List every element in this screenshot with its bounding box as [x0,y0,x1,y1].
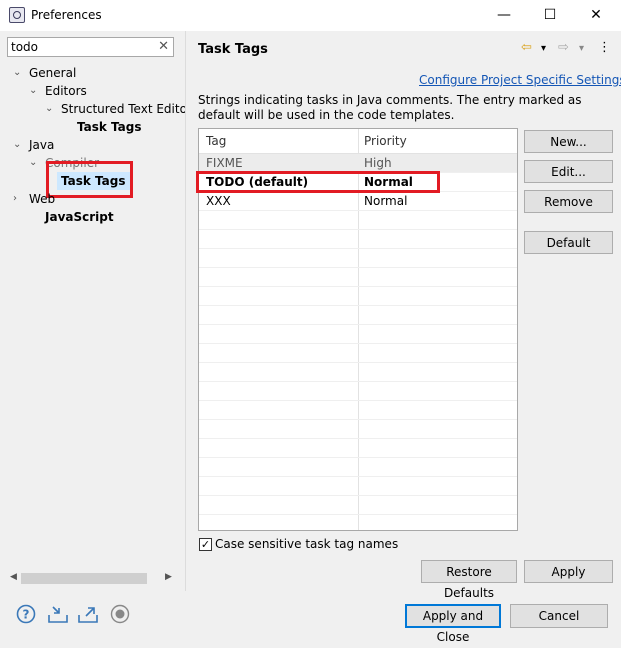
apply-and-close-button[interactable]: Apply and Close [405,604,501,644]
expand-icon[interactable]: ⌄ [29,154,37,172]
help-icon[interactable]: ? [16,604,36,629]
empty-row [199,401,517,420]
close-button[interactable]: ✕ [573,0,619,31]
empty-row [199,382,517,401]
view-menu-icon[interactable]: ⋮ [598,40,611,55]
restore-defaults-button[interactable]: Restore Defaults [421,560,517,600]
empty-row [199,363,517,382]
empty-row [199,515,517,530]
tag-cell: XXX [206,194,231,208]
priority-cell: Normal [364,194,408,208]
back-arrow-icon[interactable]: ⇦ [521,40,532,55]
forward-dropdown-icon[interactable]: ▾ [579,43,584,54]
tree-item-label: Web [29,192,56,206]
tree-item-task-tags-web[interactable]: Task Tags [77,118,142,136]
empty-row [199,249,517,268]
tree-item-label: Structured Text Edito [61,102,185,116]
empty-row [199,344,517,363]
export-icon[interactable] [77,604,99,629]
empty-row [199,268,517,287]
column-header-priority[interactable]: Priority [364,134,407,148]
case-sensitive-checkbox[interactable]: ✓ [199,538,212,551]
forward-arrow-icon[interactable]: ⇨ [558,40,569,55]
remove-button[interactable]: Remove [524,190,613,213]
import-icon[interactable] [47,604,69,629]
expand-icon[interactable]: ⌄ [29,82,37,100]
empty-row [199,306,517,325]
empty-row [199,439,517,458]
clear-filter-icon[interactable]: ✕ [158,39,169,54]
eclipse-app-icon [9,7,25,23]
expand-icon[interactable]: ⌄ [13,136,21,154]
apply-button[interactable]: Apply [524,560,613,583]
configure-project-settings-link[interactable]: Configure Project Specific Settings... [419,73,621,87]
scrollbar-thumb[interactable] [21,573,147,584]
minimize-button[interactable]: — [481,0,527,31]
column-header-tag[interactable]: Tag [206,134,226,148]
back-dropdown-icon[interactable]: ▾ [541,43,546,54]
empty-row [199,496,517,515]
tree-item-label: Java [29,138,55,152]
default-button[interactable]: Default [524,231,613,254]
scroll-right-icon[interactable]: ▶ [165,572,172,582]
highlight-box-tree [46,161,133,198]
filter-field[interactable]: ✕ [7,37,174,57]
empty-row [199,477,517,496]
window-title: Preferences [31,8,102,22]
tree-horizontal-scrollbar[interactable]: ◀ ▶ [7,572,177,585]
maximize-button[interactable]: ☐ [527,0,573,31]
empty-row [199,230,517,249]
empty-row [199,287,517,306]
highlight-box-table-row [196,171,440,193]
edit-button[interactable]: Edit... [524,160,613,183]
tree-item-label: Editors [45,84,87,98]
empty-row [199,458,517,477]
pane-divider[interactable] [185,31,186,591]
empty-row [199,325,517,344]
tree-item-label: General [29,66,77,80]
expand-icon[interactable]: ⌄ [45,100,53,118]
cancel-button[interactable]: Cancel [510,604,608,628]
case-sensitive-label[interactable]: Case sensitive task tag names [215,537,398,551]
expand-icon[interactable]: ⌄ [13,64,21,82]
scroll-left-icon[interactable]: ◀ [10,572,17,582]
tree-item-javascript[interactable]: JavaScript [45,208,114,226]
record-icon[interactable] [110,604,130,629]
expand-icon[interactable]: › [13,190,17,208]
svg-text:?: ? [23,608,30,622]
page-title: Task Tags [198,42,268,57]
new-button[interactable]: New... [524,130,613,153]
empty-row [199,211,517,230]
tree-item-structured-text-editors[interactable]: ⌄ Structured Text Edito [45,100,185,118]
filter-input[interactable] [11,39,151,55]
table-row[interactable]: XXX Normal [199,192,517,211]
title-bar: Preferences — ☐ ✕ [0,0,621,31]
page-description: Strings indicating tasks in Java comment… [198,93,582,122]
empty-row [199,420,517,439]
